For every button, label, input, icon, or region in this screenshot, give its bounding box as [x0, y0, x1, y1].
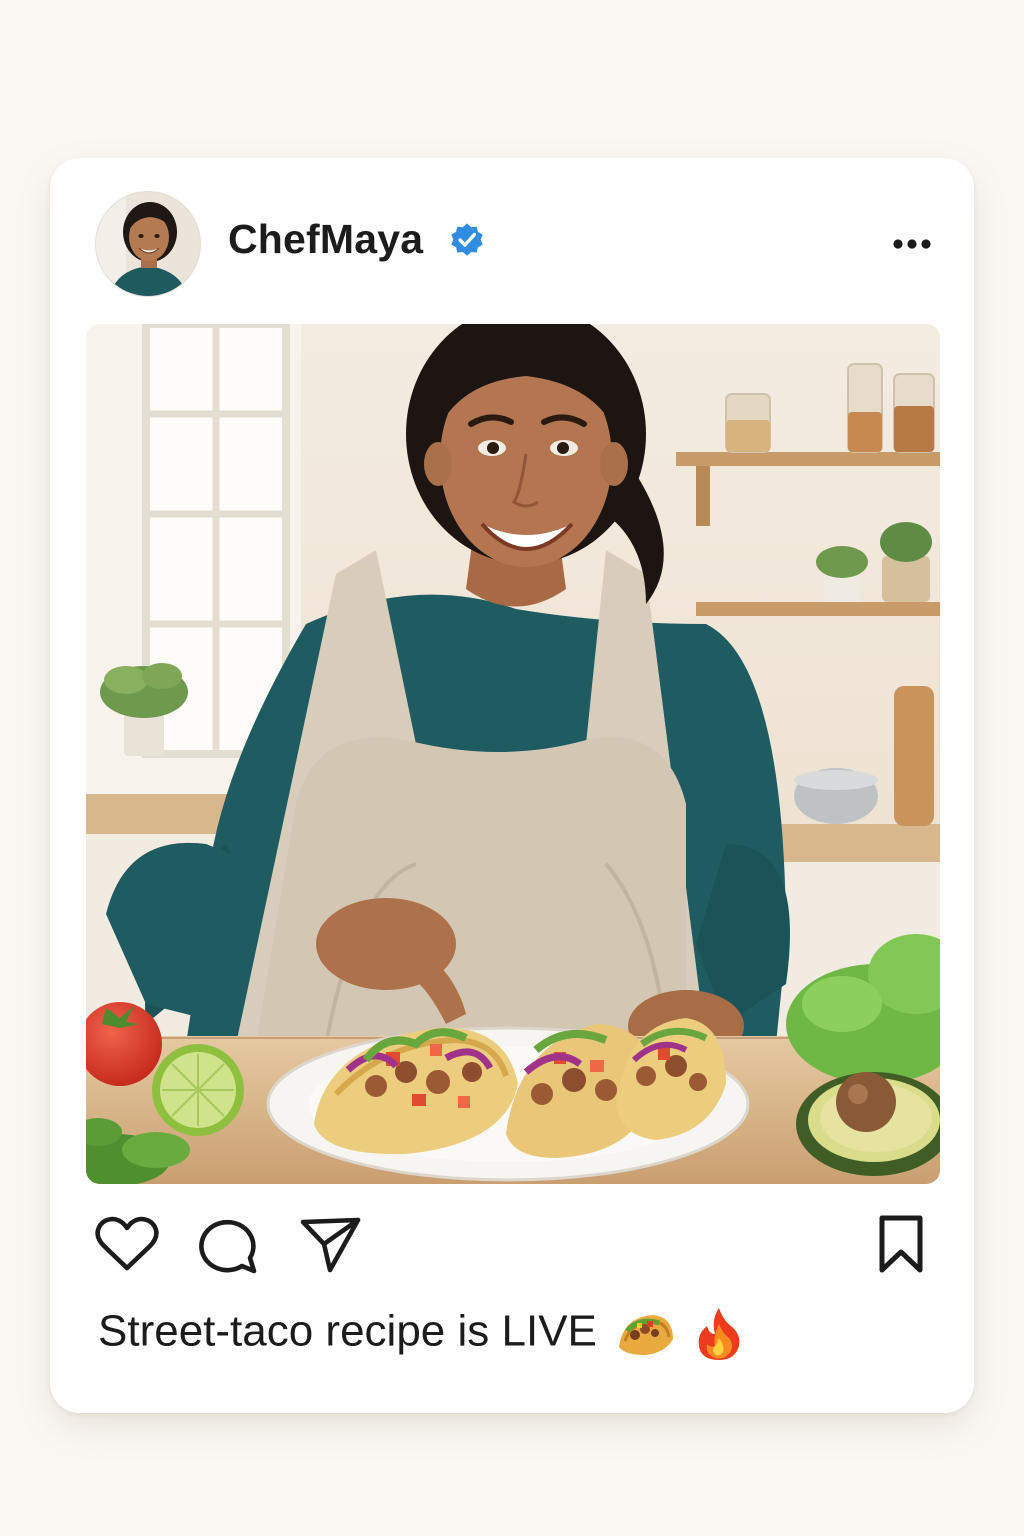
username[interactable]: ChefMaya [228, 216, 423, 263]
bookmark-icon[interactable] [868, 1214, 934, 1274]
fire-emoji [699, 1308, 740, 1360]
verified-badge-icon [451, 223, 483, 256]
post-photo[interactable] [86, 324, 940, 1184]
avatar[interactable] [96, 192, 200, 296]
taco-emoji [619, 1315, 674, 1355]
comment-bubble-icon[interactable] [196, 1214, 262, 1274]
post-caption: Street-taco recipe is LIVE [98, 1306, 743, 1362]
more-options-icon[interactable] [886, 226, 938, 262]
post-card: ChefMaya Street-taco recipe is LIVE [50, 158, 974, 1413]
caption-text: Street-taco recipe is LIVE [98, 1306, 597, 1356]
paper-plane-icon[interactable] [298, 1214, 364, 1274]
heart-icon[interactable] [94, 1214, 160, 1274]
